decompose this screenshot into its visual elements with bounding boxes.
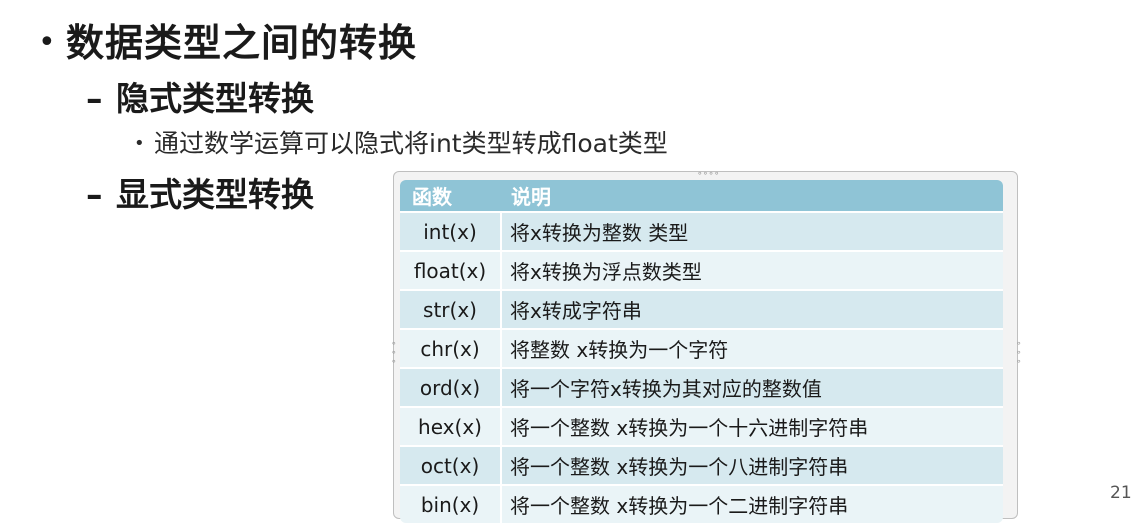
description-cell: 将一个字符x转换为其对应的整数值 <box>501 367 1003 407</box>
heading-bullet: • 数据类型之间的转换 <box>38 12 417 67</box>
function-cell: float(x) <box>400 250 502 290</box>
page-number: 21 <box>1110 483 1131 503</box>
header-description: 说明 <box>501 180 1003 212</box>
subheading-explicit-text: 显式类型转换 <box>116 175 314 214</box>
table-row: float(x) 将x转换为浮点数类型 <box>400 250 1003 290</box>
table-object-frame[interactable]: ∘∘∘∘ ∘∘∘∘ ∘∘∘ ∘∘∘ 函数 说明 int(x) 将x转换为整数 类… <box>391 170 1022 523</box>
table-row: str(x) 将x转成字符串 <box>400 289 1003 329</box>
function-cell: oct(x) <box>400 445 502 485</box>
dash-marker: – <box>86 175 103 214</box>
bullet-dot-small: • <box>134 133 145 154</box>
conversion-function-table: 函数 说明 int(x) 将x转换为整数 类型 float(x) 将x转换为浮点… <box>400 180 1003 523</box>
table-row: int(x) 将x转换为整数 类型 <box>400 211 1003 251</box>
subheading-implicit-text: 隐式类型转换 <box>116 79 314 118</box>
description-cell: 将整数 x转换为一个字符 <box>501 328 1003 368</box>
dash-marker: – <box>86 79 103 118</box>
function-cell: int(x) <box>400 211 502 251</box>
description-cell: 将x转成字符串 <box>501 289 1003 329</box>
implicit-detail: • 通过数学运算可以隐式将int类型转成float类型 <box>134 124 668 160</box>
table-row: hex(x) 将一个整数 x转换为一个十六进制字符串 <box>400 406 1003 446</box>
header-function: 函数 <box>400 180 501 212</box>
subheading-implicit: – 隐式类型转换 <box>86 72 314 120</box>
table-header-row: 函数 说明 <box>400 180 1003 212</box>
function-cell: hex(x) <box>400 406 502 446</box>
resize-handle-left[interactable]: ∘ ∘ ∘ <box>391 340 397 367</box>
function-cell: ord(x) <box>400 367 502 407</box>
function-cell: bin(x) <box>400 484 502 523</box>
implicit-detail-text: 通过数学运算可以隐式将int类型转成float类型 <box>154 129 668 158</box>
description-cell: 将一个整数 x转换为一个二进制字符串 <box>501 484 1003 523</box>
description-cell: 将一个整数 x转换为一个八进制字符串 <box>501 445 1003 485</box>
description-cell: 将x转换为浮点数类型 <box>501 250 1003 290</box>
subheading-explicit: – 显式类型转换 <box>86 168 314 216</box>
function-cell: chr(x) <box>400 328 502 368</box>
resize-handle-right[interactable]: ∘ ∘ ∘ <box>1016 340 1022 367</box>
table-row: bin(x) 将一个整数 x转换为一个二进制字符串 <box>400 484 1003 523</box>
table-row: ord(x) 将一个字符x转换为其对应的整数值 <box>400 367 1003 407</box>
table-row: oct(x) 将一个整数 x转换为一个八进制字符串 <box>400 445 1003 485</box>
table-row: chr(x) 将整数 x转换为一个字符 <box>400 328 1003 368</box>
heading-text: 数据类型之间的转换 <box>66 21 418 65</box>
description-cell: 将x转换为整数 类型 <box>501 211 1003 251</box>
resize-handle-top[interactable]: ∘∘∘∘ <box>697 170 720 179</box>
bullet-dot: • <box>38 25 57 60</box>
description-cell: 将一个整数 x转换为一个十六进制字符串 <box>501 406 1003 446</box>
function-cell: str(x) <box>400 289 502 329</box>
